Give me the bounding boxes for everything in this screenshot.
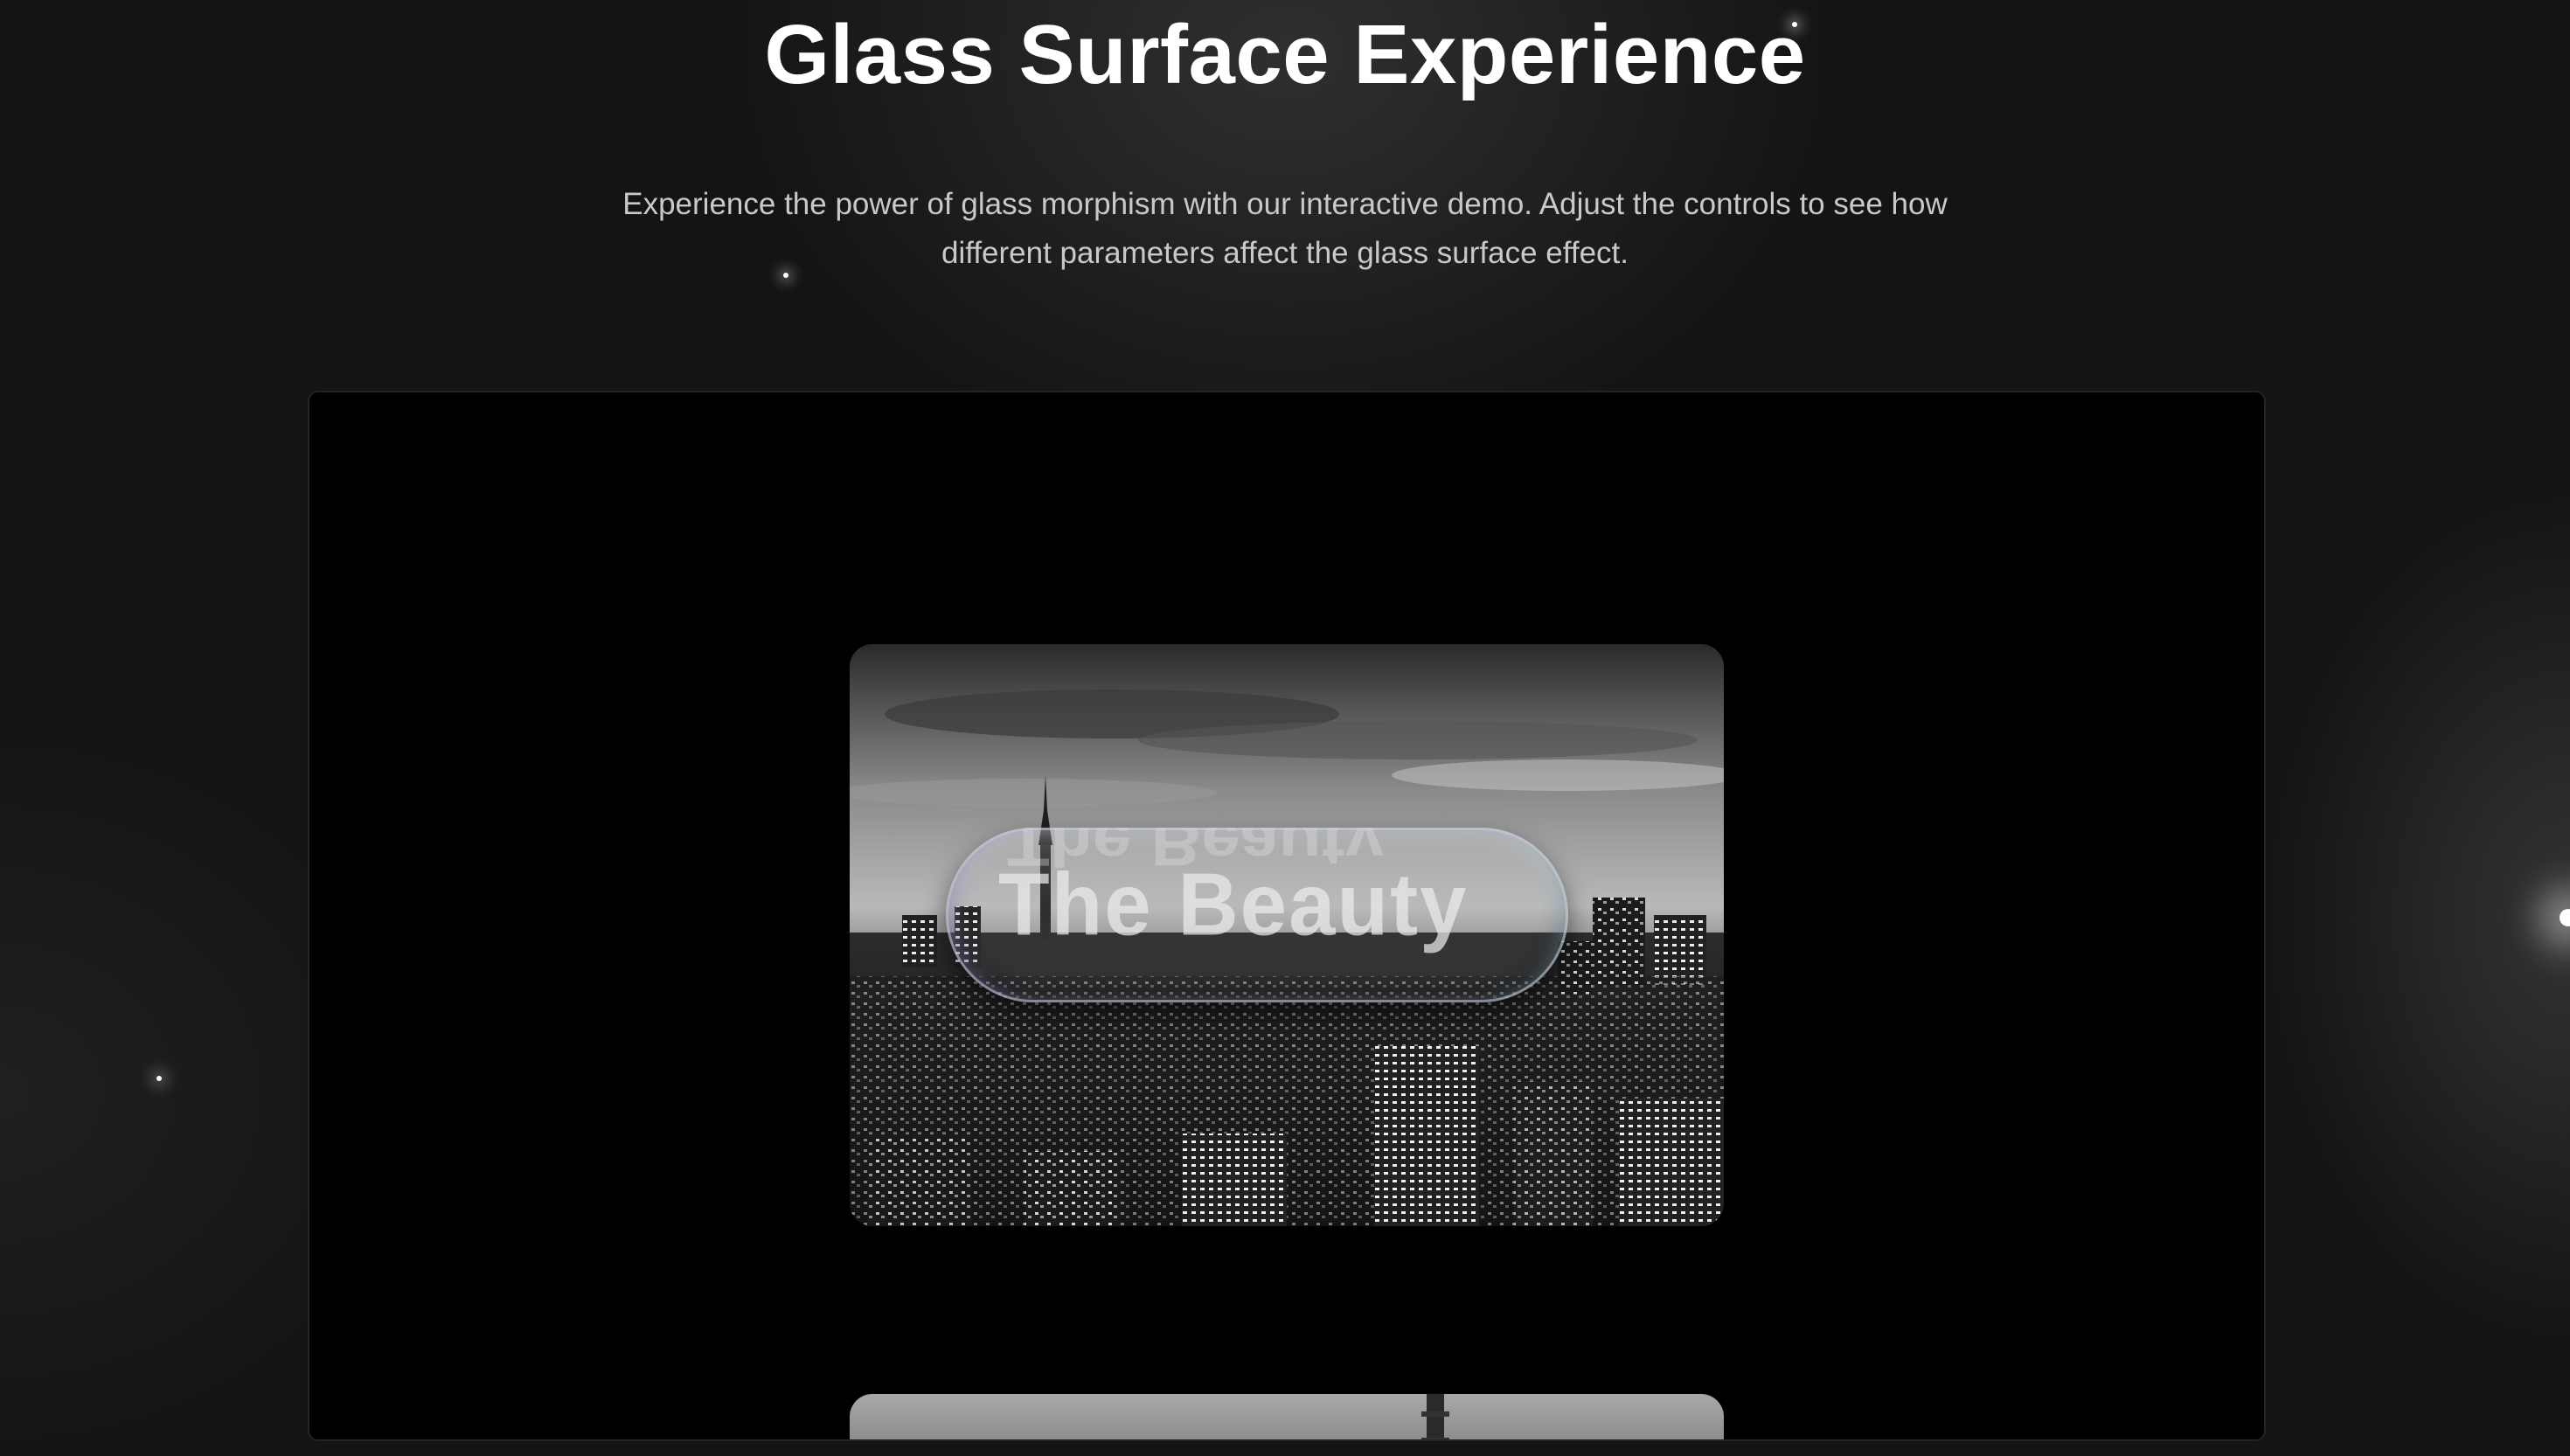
glass-surface-pill[interactable]: The Beauty The Beauty <box>946 828 1568 1002</box>
sparkle-decoration <box>1792 22 1797 27</box>
tower-image <box>850 1394 1724 1439</box>
demo-stage: The Beauty The Beauty <box>308 391 2266 1441</box>
page-description: Experience the power of glass morphism w… <box>622 187 1948 270</box>
tower-sky-illustration <box>850 1394 1724 1439</box>
glass-text: The Beauty <box>998 856 1469 954</box>
sparkle-decoration <box>783 273 788 278</box>
glass-surface-page: { "header": { "title": "Glass Surface Ex… <box>0 0 2570 1456</box>
page-title: Glass Surface Experience <box>764 8 1806 101</box>
sparkle-decoration <box>156 1076 162 1081</box>
sparkle-decoration <box>2560 909 2570 926</box>
glass-refraction-text: The Beauty <box>1007 828 1385 879</box>
